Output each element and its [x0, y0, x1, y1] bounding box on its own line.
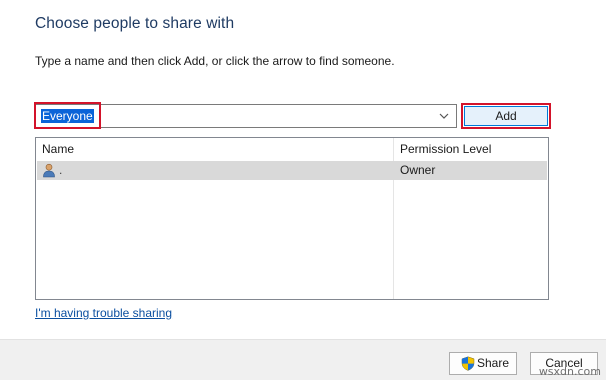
column-header-permission[interactable]: Permission Level [400, 138, 491, 160]
row-permission[interactable]: Owner [400, 163, 435, 177]
highlight-box-add [461, 103, 551, 129]
dialog-footer: Share Cancel wsxdn.com [0, 339, 606, 380]
column-header-name[interactable]: Name [42, 138, 74, 160]
trouble-sharing-link[interactable]: I'm having trouble sharing [35, 306, 172, 320]
share-button[interactable]: Share [449, 352, 517, 375]
table-row[interactable]: . Owner [37, 161, 547, 180]
watermark: wsxdn.com [538, 365, 601, 378]
dialog-heading: Choose people to share with [35, 15, 235, 32]
highlight-box-picker [34, 102, 101, 129]
user-icon [43, 163, 55, 178]
chevron-down-icon[interactable] [436, 108, 452, 124]
share-button-label: Share [477, 356, 510, 370]
uac-shield-icon [461, 356, 475, 371]
sharing-list[interactable]: Name Permission Level . Owner [35, 137, 549, 300]
row-name: . [59, 163, 63, 177]
instruction-text: Type a name and then click Add, or click… [35, 54, 395, 68]
